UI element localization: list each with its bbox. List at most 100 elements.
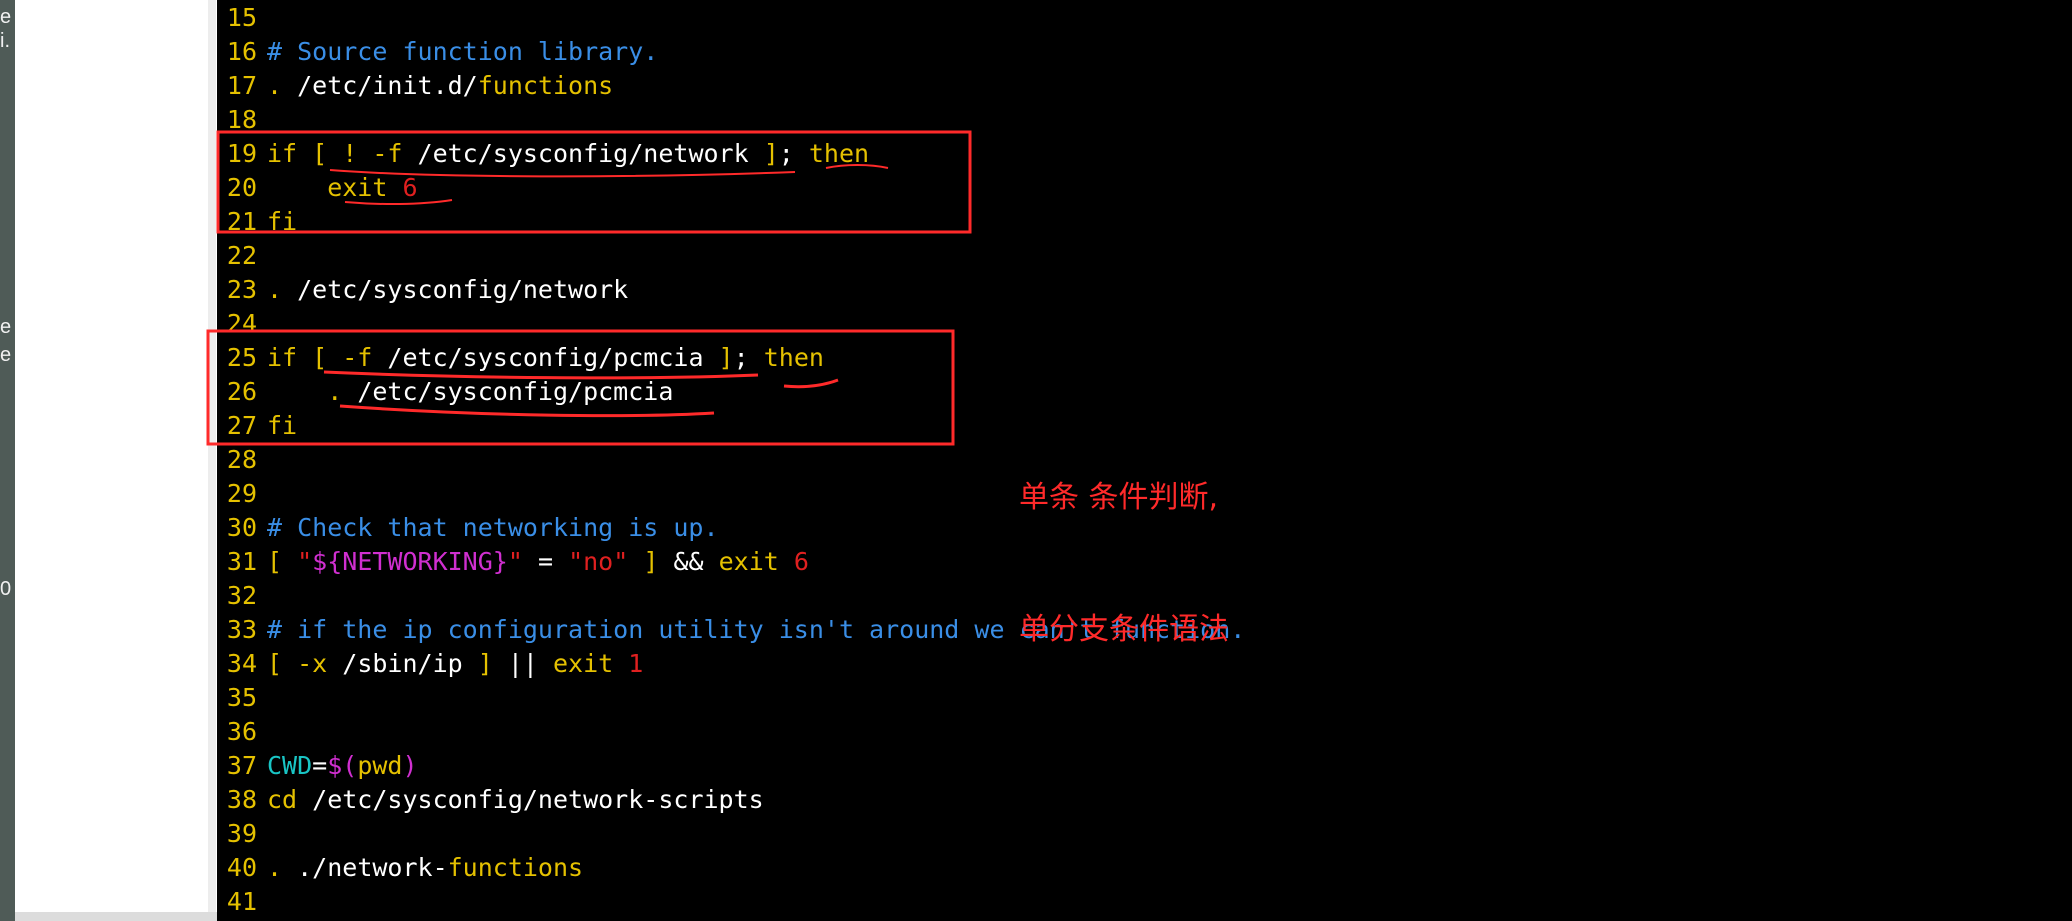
code-token: # Check that networking is up. bbox=[267, 513, 719, 542]
code-token: then bbox=[763, 343, 824, 372]
line-number: 17 bbox=[226, 71, 257, 100]
line-number: 29 bbox=[226, 479, 257, 508]
code-token: ] bbox=[748, 139, 779, 168]
code-token: cd bbox=[267, 785, 313, 814]
code-token: ${NETWORKING} bbox=[312, 547, 508, 576]
line-number: 21 bbox=[226, 207, 257, 236]
code-token: exit bbox=[718, 547, 794, 576]
screenshot-stage: e i. e e 0 15 16 # Source function library… bbox=[0, 0, 2072, 921]
code-token: [ -x bbox=[267, 649, 343, 678]
code-line[interactable]: 23. /etc/sysconfig/network bbox=[217, 273, 628, 307]
line-number: 38 bbox=[226, 785, 257, 814]
code-token: functions bbox=[477, 71, 614, 100]
line-number: 39 bbox=[226, 819, 257, 848]
code-line[interactable]: 38 cd /etc/sysconfig/network-scripts bbox=[217, 783, 764, 817]
code-token: pwd bbox=[357, 751, 403, 780]
code-line[interactable]: 27 fi bbox=[217, 409, 297, 443]
code-line[interactable]: 25 if [ -f /etc/sysconfig/pcmcia ]; then bbox=[217, 341, 824, 375]
code-token: exit bbox=[553, 649, 629, 678]
line-number: 23 bbox=[226, 275, 257, 304]
code-token: # Source function library. bbox=[267, 37, 659, 66]
line-number: 28 bbox=[226, 445, 257, 474]
line-number: 20 bbox=[226, 173, 257, 202]
code-token: ./network- bbox=[297, 853, 448, 882]
line-number: 34 bbox=[226, 649, 257, 678]
annotation-note: 单条 条件判断, 单分支条件语法 bbox=[1019, 388, 1229, 740]
code-token: ] bbox=[628, 547, 674, 576]
line-number: 18 bbox=[226, 105, 257, 134]
code-token: || bbox=[507, 649, 553, 678]
code-token: 1 bbox=[628, 649, 644, 678]
code-token: then bbox=[808, 139, 870, 168]
code-token: /etc/sysconfig/pcmcia bbox=[357, 377, 674, 406]
code-token: /etc/sysconfig/network bbox=[297, 275, 629, 304]
code-line[interactable]: 24 bbox=[217, 307, 267, 341]
code-token: . bbox=[267, 71, 298, 100]
code-token: "no" bbox=[568, 547, 629, 576]
code-token: " bbox=[297, 547, 313, 576]
code-token: = bbox=[522, 547, 569, 576]
code-token: /etc/sysconfig/network bbox=[417, 139, 749, 168]
code-token: /sbin/ip bbox=[342, 649, 463, 678]
code-token: 6 bbox=[402, 173, 418, 202]
left-text-fragment: e bbox=[0, 6, 12, 28]
annotation-note-line1: 单条 条件判断, bbox=[1019, 480, 1219, 515]
code-line[interactable]: 29 bbox=[217, 477, 267, 511]
code-line[interactable]: 19 if [ ! -f /etc/sysconfig/network ]; th… bbox=[217, 137, 869, 171]
line-number: 26 bbox=[226, 377, 257, 406]
line-number: 27 bbox=[226, 411, 257, 440]
annotation-note-line2: 单分支条件语法 bbox=[1019, 612, 1229, 647]
code-line[interactable]: 36 bbox=[217, 715, 267, 749]
line-number: 16 bbox=[226, 37, 257, 66]
code-line[interactable]: 35 bbox=[217, 681, 267, 715]
code-line[interactable]: 16 # Source function library. bbox=[217, 35, 658, 69]
code-token: . bbox=[267, 275, 298, 304]
code-token: 6 bbox=[793, 547, 809, 576]
code-line[interactable]: 30 # Check that networking is up. bbox=[217, 511, 719, 545]
line-number: 19 bbox=[226, 139, 257, 168]
line-number: 31 bbox=[226, 547, 257, 576]
line-number: 33 bbox=[226, 615, 257, 644]
code-line[interactable]: 28 bbox=[217, 443, 267, 477]
left-blank-pane bbox=[15, 0, 217, 921]
code-token: /etc/sysconfig/pcmcia bbox=[387, 343, 704, 372]
line-number: 24 bbox=[226, 309, 257, 338]
code-token: [ ! -f bbox=[312, 139, 418, 168]
code-token: if bbox=[267, 139, 313, 168]
code-token: CWD bbox=[267, 751, 313, 780]
code-line[interactable]: 17. /etc/init.d/functions bbox=[217, 69, 613, 103]
code-token: /etc/init.d/ bbox=[297, 71, 478, 100]
code-line[interactable]: 26 . /etc/sysconfig/pcmcia bbox=[217, 375, 674, 409]
code-token: fi bbox=[267, 411, 298, 440]
code-line[interactable]: 22 bbox=[217, 239, 267, 273]
line-number: 37 bbox=[226, 751, 257, 780]
code-line[interactable]: 37 CWD=$(pwd) bbox=[217, 749, 418, 783]
code-token: . bbox=[267, 853, 298, 882]
left-text-fragment: e bbox=[0, 344, 12, 366]
code-token: ) bbox=[402, 751, 418, 780]
code-line[interactable]: 39 bbox=[217, 817, 267, 851]
code-line[interactable]: 32 bbox=[217, 579, 267, 613]
left-text-fragment: i. bbox=[0, 30, 10, 52]
code-token: ] bbox=[703, 343, 734, 372]
code-line[interactable]: 15 bbox=[217, 1, 267, 35]
code-token: " bbox=[507, 547, 523, 576]
code-line[interactable]: 31 [ "${NETWORKING}" = "no" ] && exit 6 bbox=[217, 545, 809, 579]
left-background-strip bbox=[0, 0, 15, 921]
line-number: 15 bbox=[226, 3, 257, 32]
code-token: = bbox=[312, 751, 328, 780]
code-line[interactable]: 21 fi bbox=[217, 205, 297, 239]
line-number: 35 bbox=[226, 683, 257, 712]
code-line[interactable]: 40. ./network-functions bbox=[217, 851, 583, 885]
code-line[interactable]: 41 bbox=[217, 885, 267, 919]
code-line[interactable]: 34 [ -x /sbin/ip ] || exit 1 bbox=[217, 647, 643, 681]
code-line[interactable]: 18 bbox=[217, 103, 267, 137]
line-number: 32 bbox=[226, 581, 257, 610]
code-token: ] bbox=[462, 649, 508, 678]
code-line[interactable]: 20 exit 6 bbox=[217, 171, 418, 205]
line-number: 22 bbox=[226, 241, 257, 270]
code-token: functions bbox=[447, 853, 584, 882]
code-token: ; bbox=[778, 139, 809, 168]
line-number: 25 bbox=[226, 343, 257, 372]
left-text-fragment: 0 bbox=[0, 578, 12, 600]
